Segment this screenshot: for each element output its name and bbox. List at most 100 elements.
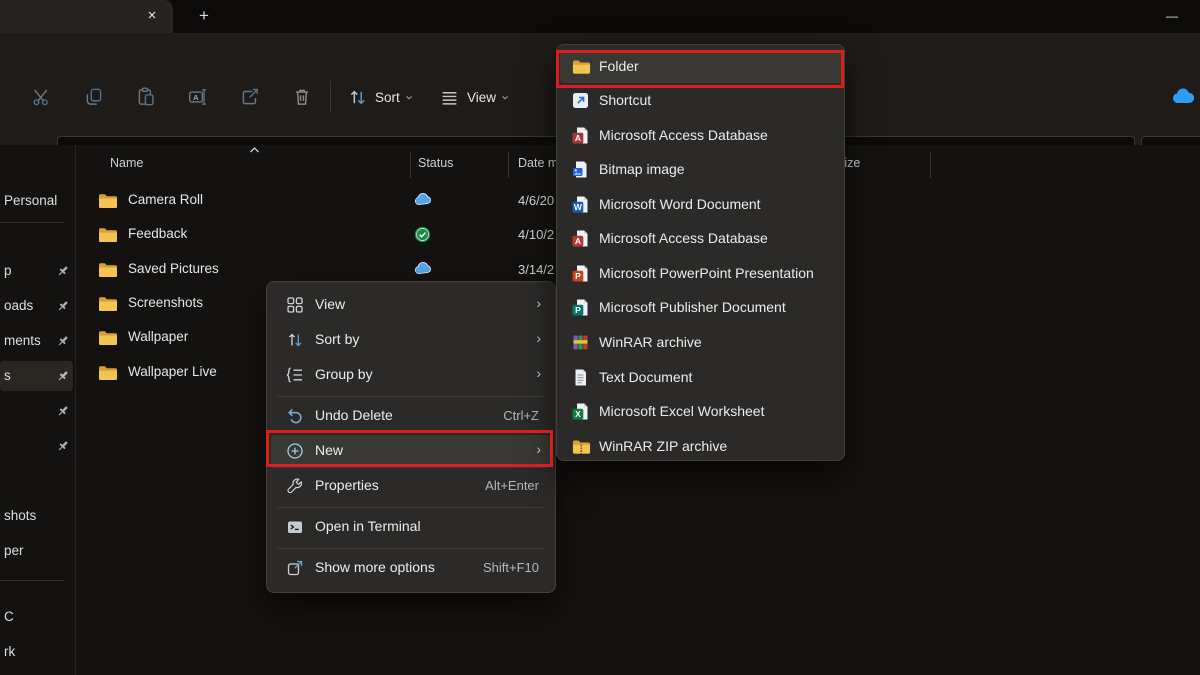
cut-button[interactable]	[30, 85, 54, 109]
submenu-item-shortcut[interactable]: Shortcut	[557, 84, 844, 118]
sidebar-label: s	[4, 368, 11, 383]
toolbar-separator	[330, 81, 331, 113]
sidebar-item-downloads[interactable]: oads	[0, 291, 33, 321]
sidebar-label: oads	[4, 298, 33, 313]
status-synced-icon	[414, 226, 431, 243]
menu-item-label: Sort by	[315, 331, 359, 347]
onedrive-cloud-icon	[1172, 88, 1194, 104]
column-divider[interactable]	[930, 152, 931, 178]
onedrive-status-button[interactable]	[1172, 88, 1194, 104]
sidebar-label: ments	[4, 333, 41, 348]
menu-item-properties[interactable]: Properties Alt+Enter	[267, 469, 555, 504]
delete-button[interactable]	[290, 85, 314, 109]
menu-item-label: Undo Delete	[315, 407, 393, 423]
sort-ascending-icon	[249, 146, 260, 154]
submenu-item-access-database[interactable]: A Microsoft Access Database	[557, 119, 844, 153]
new-tab-button[interactable]: +	[193, 3, 215, 29]
folder-icon	[98, 262, 118, 278]
sidebar-item-videos[interactable]	[0, 431, 4, 461]
red-annotation-box-folder	[556, 50, 844, 88]
svg-text:A: A	[575, 133, 581, 143]
view-dropdown[interactable]: View ›	[440, 83, 508, 111]
pin-icon	[56, 299, 70, 313]
status-cloud-icon	[414, 261, 432, 275]
sidebar-item-network[interactable]: rk	[0, 637, 15, 667]
submenu-item-publisher-document[interactable]: P Microsoft Publisher Document	[557, 291, 844, 325]
sidebar-item-desktop[interactable]: p	[0, 256, 12, 286]
submenu-item-label: Bitmap image	[599, 161, 685, 177]
rename-icon: A	[187, 86, 209, 108]
folder-icon	[98, 365, 118, 381]
file-name: Camera Roll	[128, 192, 203, 207]
explorer-tab[interactable]: ×	[0, 0, 173, 33]
rename-button[interactable]: A	[186, 85, 210, 109]
menu-item-view[interactable]: View ›	[267, 288, 555, 323]
sidebar-item-music[interactable]	[0, 396, 4, 426]
menu-shortcut: Alt+Enter	[485, 478, 539, 493]
svg-text:X: X	[575, 409, 581, 419]
menu-separator	[277, 548, 545, 549]
submenu-item-powerpoint-presentation[interactable]: P Microsoft PowerPoint Presentation	[557, 257, 844, 291]
submenu-item-excel-worksheet[interactable]: X Microsoft Excel Worksheet	[557, 395, 844, 429]
tab-bar: × + —	[0, 0, 1200, 33]
chevron-right-icon: ›	[536, 365, 541, 381]
sidebar-label: rk	[4, 644, 15, 659]
copy-button[interactable]	[82, 85, 106, 109]
submenu-item-label: Microsoft Access Database	[599, 230, 768, 246]
menu-item-open-in-terminal[interactable]: Open in Terminal	[267, 510, 555, 545]
sidebar-item-this-pc[interactable]: C	[0, 602, 14, 632]
sidebar-item-screenshots[interactable]: shots	[0, 501, 36, 531]
menu-item-undo-delete[interactable]: Undo Delete Ctrl+Z	[267, 399, 555, 434]
menu-item-label: Group by	[315, 366, 373, 382]
file-date: 3/14/2	[518, 262, 554, 277]
column-divider[interactable]	[410, 152, 411, 178]
properties-wrench-icon	[286, 477, 304, 495]
copy-icon	[83, 86, 105, 108]
word-file-icon: W	[572, 196, 589, 213]
sidebar-item-documents[interactable]: ments	[0, 326, 41, 356]
folder-icon	[98, 296, 118, 312]
submenu-item-label: Text Document	[599, 369, 692, 385]
submenu-item-bitmap-image[interactable]: Bitmap image	[557, 153, 844, 187]
chevron-right-icon: ›	[536, 330, 541, 346]
menu-item-group-by[interactable]: Group by ›	[267, 358, 555, 393]
submenu-item-label: Shortcut	[599, 92, 651, 108]
column-header-name[interactable]: Name	[110, 156, 143, 170]
paste-icon	[135, 86, 157, 108]
file-explorer-window: × + — A	[0, 0, 1200, 675]
column-divider[interactable]	[508, 152, 509, 178]
sidebar-item-onedrive-personal[interactable]: Personal	[0, 186, 57, 216]
sort-dropdown[interactable]: Sort ›	[348, 83, 412, 111]
sidebar-item-wallpaper[interactable]: per	[0, 536, 24, 566]
submenu-item-winrar-archive[interactable]: WinRAR archive	[557, 326, 844, 360]
view-icon	[440, 88, 459, 107]
menu-item-show-more-options[interactable]: Show more options Shift+F10	[267, 551, 555, 586]
sidebar-label: per	[4, 543, 24, 558]
sidebar-label: Personal	[4, 193, 57, 208]
view-label: View	[467, 90, 496, 105]
menu-separator	[277, 396, 545, 397]
sidebar-separator	[0, 580, 64, 581]
sidebar-label: shots	[4, 508, 36, 523]
share-button[interactable]	[238, 85, 262, 109]
svg-text:P: P	[575, 271, 581, 281]
folder-icon	[98, 193, 118, 209]
sort-icon	[286, 331, 304, 349]
new-submenu: Folder Shortcut A Microsoft Access Datab…	[556, 44, 845, 461]
submenu-item-word-document[interactable]: W Microsoft Word Document	[557, 188, 844, 222]
submenu-item-text-document[interactable]: Text Document	[557, 361, 844, 395]
minimize-button[interactable]: —	[1158, 2, 1186, 30]
file-name: Saved Pictures	[128, 261, 219, 276]
sidebar-label: C	[4, 609, 14, 624]
sidebar-item-pictures[interactable]: s	[0, 361, 11, 391]
paste-button[interactable]	[134, 85, 158, 109]
tab-close-icon[interactable]: ×	[142, 5, 162, 27]
submenu-item-winrar-zip-archive[interactable]: WinRAR ZIP archive	[557, 430, 844, 464]
column-header-status[interactable]: Status	[418, 156, 453, 170]
submenu-item-access-database-2[interactable]: A Microsoft Access Database	[557, 222, 844, 256]
file-name: Screenshots	[128, 295, 203, 310]
menu-item-sort-by[interactable]: Sort by ›	[267, 323, 555, 358]
menu-item-label: View	[315, 296, 345, 312]
share-icon	[239, 86, 261, 108]
submenu-item-label: Microsoft PowerPoint Presentation	[599, 265, 814, 281]
